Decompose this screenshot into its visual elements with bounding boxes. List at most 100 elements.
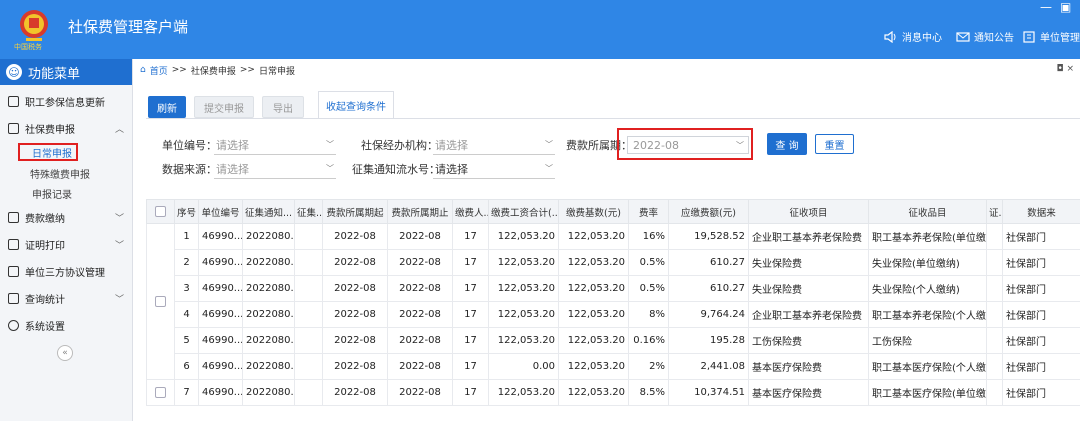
breadcrumb-home[interactable]: 首页 — [150, 64, 168, 77]
period-select[interactable]: 2022-08 ﹀ — [627, 136, 749, 154]
table-cell: 社保部门 — [1002, 249, 1080, 276]
chevron-down-icon: ﹀ — [326, 164, 334, 173]
table-cell: 社保部门 — [1002, 379, 1080, 406]
serial-placeholder: 请选择 — [435, 162, 468, 176]
table-cell: 122,053.20 — [558, 275, 629, 302]
table-row[interactable]: 646990...2022080...2022-082022-08170.001… — [147, 353, 1080, 380]
sidebar-item-payment[interactable]: 费款缴纳 ﹀ — [0, 204, 132, 230]
row-checkbox-cell[interactable] — [146, 379, 175, 406]
source-placeholder: 请选择 — [216, 162, 249, 176]
sidebar-title: 功能菜单 — [28, 66, 81, 82]
table-cell: 失业保险(个人缴纳) — [868, 275, 987, 302]
breadcrumb-separator: >> — [171, 65, 187, 75]
serial-select[interactable]: 请选择 ﹀ — [433, 159, 555, 179]
group-checkbox-cell[interactable] — [146, 223, 175, 380]
form-icon — [8, 122, 19, 134]
column-header: 单位编号 — [198, 199, 243, 224]
table-cell: 122,053.20 — [558, 249, 629, 276]
sidebar-item-settings[interactable]: 系统设置 — [0, 312, 132, 338]
table-cell — [986, 301, 1003, 328]
refresh-button[interactable]: 刷新 — [148, 96, 186, 118]
table-cell: 0.5% — [628, 275, 669, 302]
sidebar-item-statistics[interactable]: 查询统计 ﹀ — [0, 285, 132, 311]
column-header: 征收项目 — [748, 199, 869, 224]
column-header: 数据来 — [1002, 199, 1080, 224]
table-cell: 0.5% — [628, 249, 669, 276]
table-row[interactable]: 346990...2022080...2022-082022-0817122,0… — [147, 275, 1080, 302]
unit-no-placeholder: 请选择 — [216, 138, 249, 152]
tab-controls[interactable]: ◘ × — [1056, 64, 1074, 74]
column-header: 缴费工资合计(... — [488, 199, 559, 224]
select-all-header[interactable] — [146, 199, 175, 224]
column-header: 缴费人... — [452, 199, 489, 224]
table-cell: 社保部门 — [1002, 353, 1080, 380]
unit-no-select[interactable]: 请选择 ﹀ — [214, 135, 336, 155]
table-cell: 2022080... — [242, 379, 295, 406]
message-center-link[interactable]: 消息中心 — [884, 29, 942, 44]
sidebar-item-declaration[interactable]: 社保费申报 ︿ — [0, 115, 132, 141]
column-header: 费率 — [628, 199, 669, 224]
minimize-button[interactable]: — — [1040, 0, 1052, 14]
table-row[interactable]: 446990...2022080...2022-082022-0817122,0… — [147, 301, 1080, 328]
sidebar-item-agreement[interactable]: 单位三方协议管理 — [0, 258, 132, 284]
table-cell: 基本医疗保险费 — [748, 379, 869, 406]
sidebar-item-employee-info[interactable]: 职工参保信息更新 — [0, 88, 132, 114]
chevron-down-icon: ﹀ — [736, 141, 744, 150]
toggle-filter-tab[interactable]: 收起查询条件 — [318, 91, 394, 119]
logo-text: 中国税务 — [14, 43, 42, 51]
collapse-sidebar-button[interactable]: « — [57, 345, 73, 361]
table-cell — [986, 249, 1003, 276]
sidebar-item-label: 证明打印 — [25, 240, 65, 252]
group-checkbox[interactable] — [155, 295, 166, 307]
unit-management-label: 单位管理 — [1040, 33, 1080, 44]
breadcrumb-separator: >> — [239, 65, 255, 75]
source-select[interactable]: 请选择 ﹀ — [214, 159, 336, 179]
menu-icon: ☺ — [6, 64, 22, 80]
select-all-checkbox[interactable] — [155, 206, 166, 217]
table-cell: 6 — [174, 353, 199, 380]
table-cell: 2022-08 — [322, 353, 388, 380]
table-cell: 0.16% — [628, 327, 669, 354]
agency-select[interactable]: 请选择 ﹀ — [433, 135, 555, 155]
reset-button[interactable]: 重置 — [815, 134, 854, 154]
submit-declaration-button[interactable]: 提交申报 — [194, 96, 254, 118]
table-cell: 社保部门 — [1002, 301, 1080, 328]
sidebar-subitem-special[interactable]: 特殊缴费申报 — [0, 163, 132, 183]
sidebar-subitem-records[interactable]: 申报记录 — [0, 183, 132, 203]
agency-placeholder: 请选择 — [435, 138, 468, 152]
table-cell: 职工基本养老保险(个人缴纳) — [868, 301, 987, 328]
table-row[interactable]: 746990...2022080...2022-082022-0817122,0… — [146, 379, 1080, 406]
table-cell: 17 — [452, 353, 489, 380]
table-cell: 610.27 — [668, 249, 749, 276]
agreement-icon — [8, 265, 19, 277]
column-header: 应缴费额(元) — [668, 199, 749, 224]
unit-management-link[interactable]: 单位管理 — [1022, 29, 1080, 44]
breadcrumb: ⌂ 首页 >> 社保费申报 >> 日常申报 — [140, 62, 295, 78]
restore-button[interactable]: ▣ — [1060, 0, 1071, 14]
table-cell: 2% — [628, 353, 669, 380]
export-button[interactable]: 导出 — [262, 96, 304, 118]
period-value: 2022-08 — [633, 138, 679, 152]
query-button[interactable]: 查 询 — [767, 133, 807, 155]
sidebar-item-certificate[interactable]: 证明打印 ﹀ — [0, 231, 132, 257]
table-cell — [294, 249, 323, 276]
table-cell: 17 — [452, 223, 489, 250]
notice-link[interactable]: 通知公告 — [956, 29, 1014, 44]
table-row[interactable]: 546990...2022080...2022-082022-0817122,0… — [147, 327, 1080, 354]
table-row[interactable]: 246990...2022080...2022-082022-0817122,0… — [147, 249, 1080, 276]
building-icon — [1023, 30, 1035, 43]
table-cell: 9,764.24 — [668, 301, 749, 328]
column-header: 费款所属期起 — [322, 199, 388, 224]
table-cell: 17 — [452, 327, 489, 354]
table-row[interactable]: 146990...2022080...2022-082022-0817122,0… — [146, 223, 1080, 380]
breadcrumb-level1[interactable]: 社保费申报 — [191, 64, 236, 77]
chevron-down-icon: ﹀ — [545, 140, 553, 149]
sidebar-item-label: 查询统计 — [25, 294, 65, 306]
row-checkbox[interactable] — [155, 386, 166, 398]
table-cell: 2022-08 — [322, 249, 388, 276]
table-cell: 0.00 — [488, 353, 559, 380]
table-cell: 基本医疗保险费 — [748, 353, 869, 380]
table-cell: 122,053.20 — [488, 301, 559, 328]
table-cell: 8.5% — [628, 379, 669, 406]
table-cell: 46990... — [198, 223, 243, 250]
